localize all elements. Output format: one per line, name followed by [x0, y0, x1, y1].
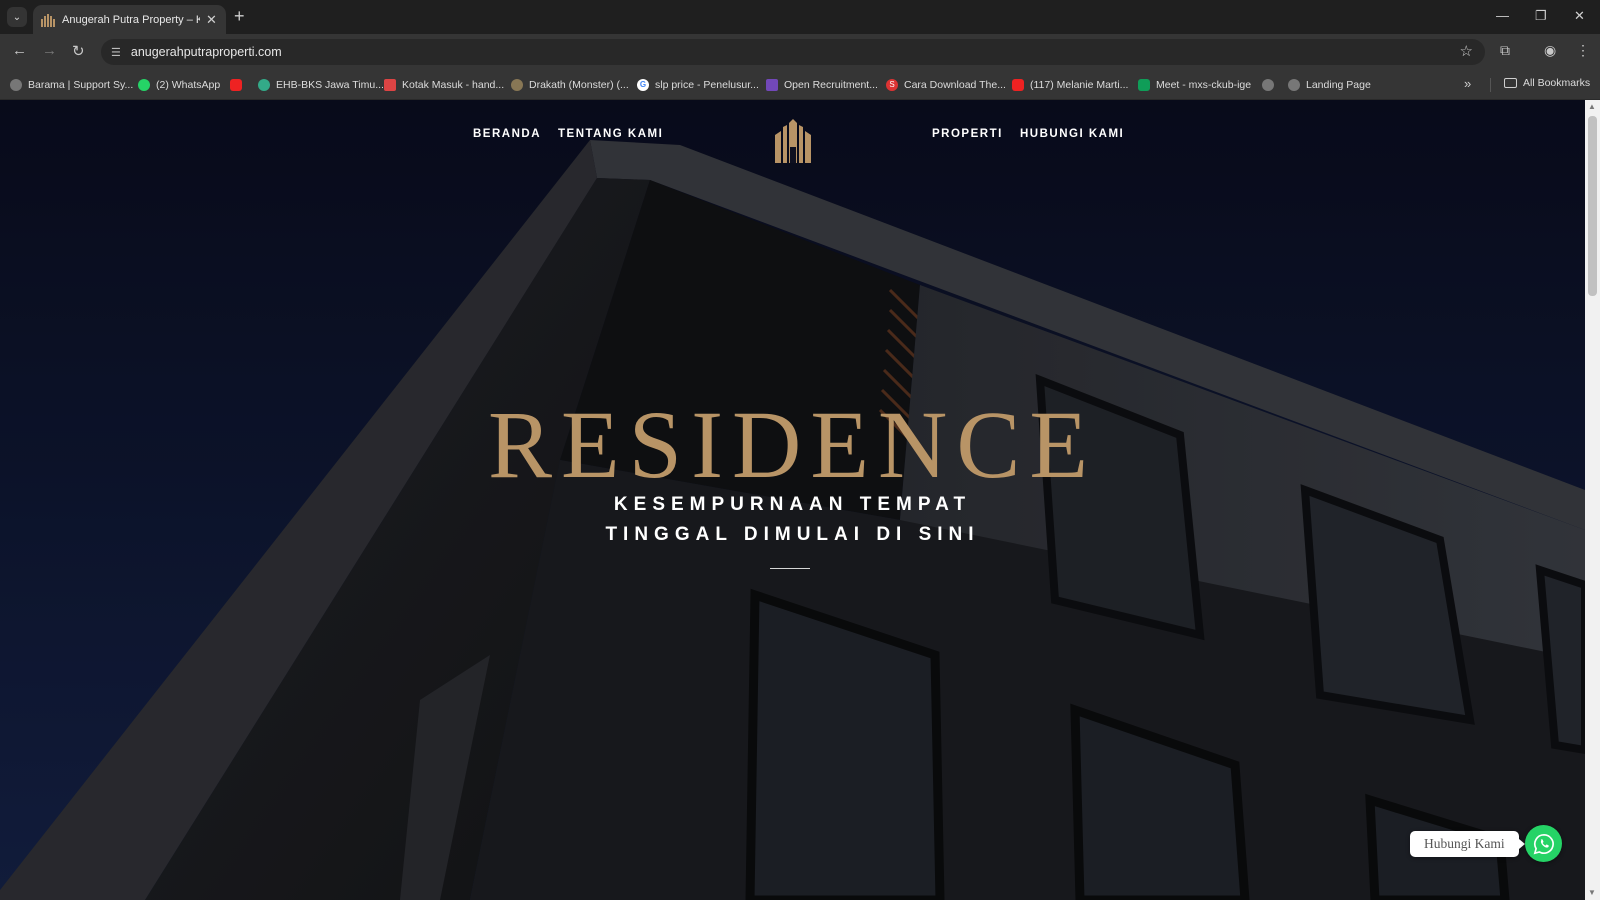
globe-icon: [1262, 79, 1274, 91]
bookmark-label: Barama | Support Sy...: [28, 79, 134, 91]
browser-tab-bar: ⌄ Anugerah Putra Property – Kesempurnaan…: [0, 0, 1600, 34]
minimize-button[interactable]: —: [1496, 8, 1509, 23]
meet-icon: [1138, 79, 1150, 91]
bookmark-item[interactable]: Landing Page: [1288, 77, 1371, 93]
gmail-icon: [384, 79, 396, 91]
bookmark-item[interactable]: (2) WhatsApp: [138, 77, 220, 93]
globe-icon: [1288, 79, 1300, 91]
nav-link-hubungi-kami[interactable]: HUBUNGI KAMI: [1020, 128, 1124, 140]
hero-subline-1: KESEMPURNAAN TEMPAT: [613, 494, 972, 515]
bookmark-item[interactable]: (117) Melanie Marti...: [1012, 77, 1128, 93]
more-bookmarks-icon[interactable]: »: [1464, 76, 1471, 91]
extensions-icon[interactable]: ⧉: [1500, 42, 1510, 59]
browser-menu-icon[interactable]: ⋮: [1576, 42, 1590, 59]
tab-title: Anugerah Putra Property – Kesempurnaan T…: [62, 13, 200, 26]
scroll-up-icon[interactable]: ▲: [1588, 102, 1596, 111]
nav-link-beranda[interactable]: BERANDA: [473, 128, 541, 140]
bookmark-item[interactable]: Drakath (Monster) (...: [511, 77, 629, 93]
youtube-icon: [1012, 79, 1024, 91]
bookmark-item[interactable]: [230, 77, 248, 93]
google-icon: G: [637, 79, 649, 91]
bookmark-item[interactable]: Gslp price - Penelusur...: [637, 77, 759, 93]
bookmark-item[interactable]: Barama | Support Sy...: [10, 77, 133, 93]
page-scrollbar[interactable]: ▲ ▼: [1585, 100, 1600, 900]
hero-divider: [770, 568, 810, 569]
forward-button[interactable]: →: [42, 42, 57, 59]
bookmarks-bar: Barama | Support Sy... (2) WhatsApp EHB-…: [0, 70, 1600, 100]
new-tab-button[interactable]: +: [234, 6, 245, 26]
bookmark-item[interactable]: Meet - mxs-ckub-ige: [1138, 77, 1251, 93]
bookmark-label: Kotak Masuk - hand...: [402, 79, 505, 91]
bookmark-label: Landing Page: [1306, 79, 1371, 91]
site-info-icon[interactable]: ☰: [111, 46, 121, 59]
whatsapp-chat-label[interactable]: Hubungi Kami: [1410, 831, 1525, 857]
bookmark-item[interactable]: Kotak Masuk - hand...: [384, 77, 504, 93]
url-text: anugerahputraproperti.com: [130, 45, 282, 59]
game-icon: [511, 79, 523, 91]
scroll-down-icon[interactable]: ▼: [1588, 888, 1596, 897]
forms-icon: [766, 79, 778, 91]
site-icon: [258, 79, 270, 91]
whatsapp-icon: [1533, 833, 1554, 854]
bookmark-label: Cara Download The...: [904, 79, 1006, 91]
bookmark-label: slp price - Penelusur...: [655, 79, 759, 91]
nav-link-tentang-kami[interactable]: TENTANG KAMI: [558, 128, 663, 140]
profile-avatar[interactable]: ◉: [1544, 42, 1556, 59]
all-bookmarks-label: All Bookmarks: [1523, 77, 1591, 89]
whatsapp-chat-button[interactable]: [1525, 825, 1562, 862]
nav-link-properti[interactable]: PROPERTI: [932, 128, 1003, 140]
hero-headline: RESIDENCE: [488, 391, 1097, 498]
browser-toolbar: ← → ↻ ☰ anugerahputraproperti.com ☆ ⧉ ◉ …: [0, 34, 1600, 70]
close-tab-icon[interactable]: ✕: [206, 12, 217, 28]
hero-subline-2: TINGGAL DIMULAI DI SINI: [605, 524, 980, 545]
scrollbar-thumb[interactable]: [1588, 116, 1597, 296]
page-viewport: BERANDA TENTANG KAMI PROPERTI HUBUNGI KA…: [0, 100, 1585, 900]
bookmark-item[interactable]: S Cara Download The...: [886, 77, 1006, 93]
bookmark-label: (2) WhatsApp: [156, 79, 221, 91]
bookmark-label: Meet - mxs-ckub-ige: [1156, 79, 1252, 91]
bookmark-item[interactable]: Open Recruitment...: [766, 77, 878, 93]
bookmark-star-icon[interactable]: ☆: [1460, 42, 1473, 60]
all-bookmarks-button[interactable]: All Bookmarks: [1504, 77, 1590, 89]
browser-tab[interactable]: Anugerah Putra Property – Kesempurnaan T…: [33, 5, 226, 34]
bookmark-item[interactable]: EHB-BKS Jawa Timu...: [258, 77, 384, 93]
address-bar[interactable]: ☰ anugerahputraproperti.com ☆: [101, 39, 1485, 65]
back-button[interactable]: ←: [12, 42, 27, 59]
s-icon: S: [886, 79, 898, 91]
reload-button[interactable]: ↻: [72, 42, 85, 60]
bookmark-label: Open Recruitment...: [784, 79, 878, 91]
bookmark-label: Drakath (Monster) (...: [529, 79, 629, 91]
tab-search-button[interactable]: ⌄: [7, 7, 27, 27]
bookmark-label: EHB-BKS Jawa Timu...: [276, 79, 384, 91]
youtube-icon: [230, 79, 242, 91]
bookmark-label: (117) Melanie Marti...: [1030, 79, 1129, 91]
restore-button[interactable]: ❐: [1535, 8, 1547, 24]
whatsapp-icon: [138, 79, 150, 91]
globe-icon: [10, 79, 22, 91]
folder-icon: [1504, 78, 1517, 88]
bookmarks-divider: [1490, 78, 1491, 92]
close-window-button[interactable]: ✕: [1574, 8, 1585, 24]
building-logo-icon[interactable]: [771, 117, 815, 165]
bookmark-item[interactable]: [1262, 77, 1280, 93]
site-favicon-icon: [41, 13, 55, 27]
